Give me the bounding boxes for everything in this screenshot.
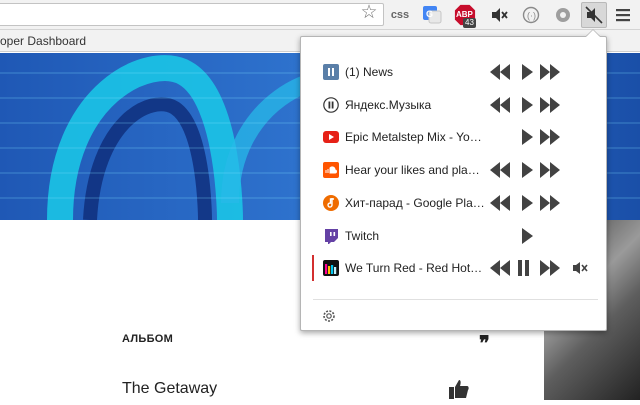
- svg-text:G: G: [426, 9, 433, 19]
- play-icon: [522, 162, 533, 179]
- svg-text:(·): (·): [527, 11, 536, 21]
- play-button[interactable]: [520, 64, 534, 80]
- css-extension-button[interactable]: css: [389, 4, 411, 26]
- play-button[interactable]: [520, 194, 534, 211]
- speaker-muted-icon: [573, 262, 588, 275]
- next-track-button[interactable]: [539, 129, 561, 146]
- circle-bracket-icon: (·): [522, 6, 540, 24]
- youtube-icon: [323, 129, 339, 145]
- media-tab-row[interactable]: Хит-парад - Google Pla…: [301, 188, 606, 218]
- twitch-icon: [323, 228, 339, 244]
- google-play-icon: [323, 194, 339, 211]
- media-tab-row[interactable]: We Turn Red - Red Hot …: [301, 253, 606, 283]
- settings-gear-icon[interactable]: [321, 308, 337, 324]
- album-title[interactable]: The Getaway: [122, 380, 217, 398]
- gear-extension-button[interactable]: [552, 4, 574, 26]
- next-track-button[interactable]: [539, 64, 561, 80]
- active-tab-indicator: [312, 255, 314, 282]
- media-tab-title[interactable]: Epic Metalstep Mix - Yo…: [345, 130, 485, 144]
- css-extension-label: css: [390, 9, 410, 21]
- thumbs-up-icon-graphic: [449, 380, 469, 399]
- media-tab-title[interactable]: Хит-парад - Google Pla…: [345, 196, 485, 210]
- news-icon: [323, 64, 339, 80]
- media-tab-row[interactable]: Hear your likes and play…: [301, 155, 606, 185]
- play-icon: [522, 96, 533, 113]
- mute-button[interactable]: [572, 260, 588, 276]
- media-tab-row[interactable]: Epic Metalstep Mix - Yo…: [301, 122, 606, 152]
- hamburger-menu-icon: [616, 9, 630, 22]
- previous-track-button[interactable]: [489, 162, 511, 179]
- media-tab-title[interactable]: (1) News: [345, 65, 485, 79]
- previous-track-button[interactable]: [489, 260, 511, 277]
- rewind-icon: [490, 64, 510, 80]
- rewind-icon: [490, 260, 510, 277]
- google-translate-icon: G: [423, 6, 442, 24]
- gear-icon: [323, 310, 335, 322]
- thumbs-up-icon[interactable]: [448, 378, 470, 400]
- media-tab-title[interactable]: Яндекс.Музыка: [345, 98, 485, 112]
- previous-track-button[interactable]: [489, 96, 511, 113]
- media-controls-popup: (1) News Яндекс.Музыка Epic Metalstep Mix …: [300, 36, 607, 331]
- media-controls-extension-button[interactable]: [581, 2, 607, 28]
- fast-forward-icon: [540, 260, 560, 277]
- media-tab-title[interactable]: Hear your likes and play…: [345, 163, 485, 177]
- speaker-muted-icon: [492, 8, 508, 22]
- pause-icon: [518, 260, 529, 277]
- yandex-icon: [323, 96, 339, 113]
- adblock-plus-count-badge: 43: [463, 18, 476, 28]
- play-button[interactable]: [520, 227, 534, 244]
- play-icon: [522, 194, 533, 211]
- next-track-button[interactable]: [539, 260, 561, 277]
- fast-forward-icon: [540, 64, 560, 80]
- quote-icon: ❞: [479, 333, 490, 355]
- media-tab-row[interactable]: Яндекс.Музыка: [301, 90, 606, 120]
- album-section-label: АЛЬБОМ: [122, 333, 174, 345]
- next-track-button[interactable]: [539, 194, 561, 211]
- mute-tab-extension-button[interactable]: [488, 4, 510, 26]
- bookmark-star-icon[interactable]: ☆: [358, 2, 380, 24]
- adblock-plus-extension-button[interactable]: ABP 43: [454, 4, 476, 28]
- address-bar[interactable]: [0, 3, 384, 26]
- rewind-icon: [490, 162, 510, 179]
- popup-arrow-inner: [586, 30, 600, 37]
- previous-track-button[interactable]: [489, 194, 511, 211]
- circle-extension-button[interactable]: (·): [520, 4, 542, 26]
- gear-icon: [556, 8, 570, 22]
- media-tab-row[interactable]: (1) News: [301, 57, 606, 87]
- fast-forward-icon: [540, 194, 560, 211]
- soundcloud-icon: [323, 162, 339, 179]
- play-icon: [522, 227, 533, 244]
- play-icon: [522, 64, 533, 80]
- speaker-muted-icon: [585, 6, 603, 24]
- play-button[interactable]: [520, 162, 534, 179]
- browser-menu-button[interactable]: [612, 4, 634, 26]
- play-icon: [522, 129, 533, 146]
- scrollbar-thumb[interactable]: [628, 120, 640, 126]
- play-button[interactable]: [520, 96, 534, 113]
- popup-divider: [313, 299, 598, 300]
- rewind-icon: [490, 194, 510, 211]
- play-button[interactable]: [520, 129, 534, 146]
- fast-forward-icon: [540, 96, 560, 113]
- media-tab-title[interactable]: We Turn Red - Red Hot …: [345, 261, 485, 275]
- previous-track-button[interactable]: [489, 64, 511, 80]
- browser-toolbar: ☆ css G ABP 43 (·): [0, 0, 640, 30]
- fast-forward-icon: [540, 162, 560, 179]
- media-tab-row[interactable]: Twitch: [301, 221, 606, 251]
- pause-button[interactable]: [516, 260, 532, 277]
- bookmark-item[interactable]: oper Dashboard: [0, 34, 86, 48]
- fast-forward-icon: [540, 129, 560, 146]
- next-track-button[interactable]: [539, 96, 561, 113]
- media-tab-title[interactable]: Twitch: [345, 229, 485, 243]
- next-track-button[interactable]: [539, 162, 561, 179]
- deezer-icon: [323, 260, 339, 277]
- rewind-icon: [490, 96, 510, 113]
- google-translate-extension-button[interactable]: G: [421, 4, 443, 26]
